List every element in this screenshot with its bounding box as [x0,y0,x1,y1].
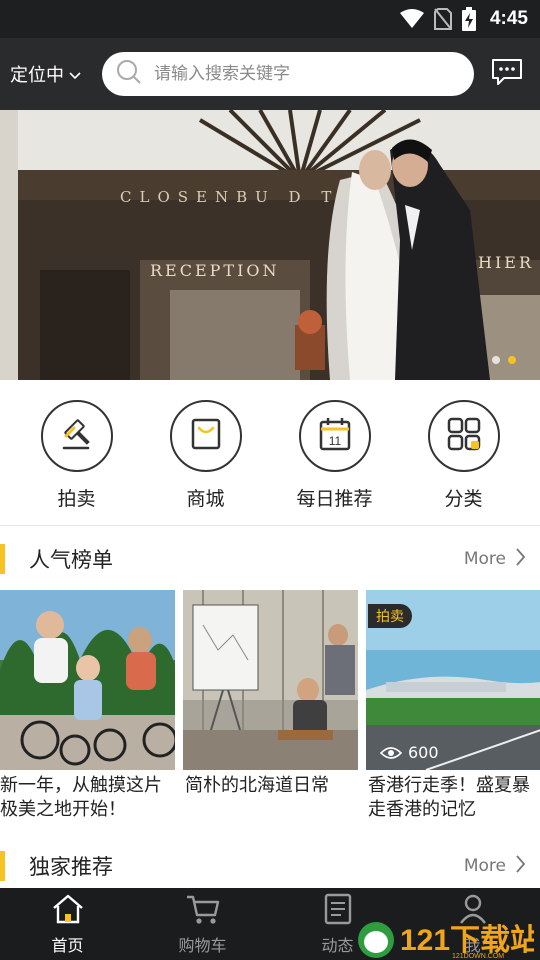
category-label: 商城 [186,488,225,510]
message-button[interactable] [490,57,524,91]
auction-hammer-icon [58,415,96,457]
eye-icon [380,746,402,760]
view-count: 600 [380,743,439,762]
shopping-bag-icon [187,415,225,457]
site-watermark: 121下载站 121DOWN.COM [354,916,540,960]
section-accent-bar [0,851,5,881]
status-bar: 4:45 [0,0,540,38]
chevron-down-icon [69,64,81,85]
section-accent-bar [0,544,5,574]
status-time: 4:45 [489,8,528,29]
popular-card[interactable]: 新一年，从触摸这片极美之地开始！ [0,590,175,830]
category-label: 拍卖 [57,488,96,510]
category-mall[interactable]: 商城 [151,380,261,525]
calendar-day-text: 11 [328,434,341,448]
search-icon [116,59,142,89]
category-label: 分类 [444,488,483,510]
view-count-value: 600 [408,743,439,762]
more-label: More [463,856,506,876]
nav-label: 购物车 [178,935,227,955]
nav-label: 动态 [321,935,354,955]
top-header: 定位中 [0,38,540,110]
section-title: 独家推荐 [29,855,113,879]
category-icon-circle [40,400,113,472]
cart-icon [185,893,221,929]
nav-cart[interactable]: 购物车 [135,888,270,960]
category-icon-circle [427,400,500,472]
section-title: 人气榜单 [29,548,113,572]
battery-charging-icon [461,7,476,31]
category-icon-circle: 11 [298,400,371,472]
exclusive-more-link[interactable]: More [463,854,526,878]
popular-card-image [183,590,358,770]
watermark-sub: 121DOWN.COM [452,953,504,960]
pagination-dot[interactable] [492,356,500,364]
no-sim-icon [433,8,452,30]
chevron-right-icon [516,854,526,878]
search-bar[interactable] [102,52,474,96]
home-icon [51,893,85,929]
category-auction[interactable]: 拍卖 [22,380,132,525]
category-label: 每日推荐 [296,488,373,510]
popular-card-title: 简朴的北海道日常 [185,775,329,796]
exclusive-section-header: 独家推荐 More [0,837,540,895]
location-selector[interactable]: 定位中 [10,61,102,87]
nav-label: 首页 [51,935,84,955]
popular-more-link[interactable]: More [463,547,526,571]
news-icon [323,893,353,929]
sign-reception-text: RECEPTION [150,261,280,280]
banner-photo: CLOSENBU D T RECEPTION HIER [0,110,540,380]
popular-card-image [0,590,175,770]
popular-card-title: 香港行走季！盛夏暴走香港的记忆 [368,775,530,820]
location-label: 定位中 [10,65,64,86]
auction-tag: 拍卖 [368,604,412,628]
popular-list: 新一年，从触摸这片极美之地开始！ 简朴的北海道日常 拍卖 600 香港行走季！盛… [0,590,540,830]
hero-banner[interactable]: CLOSENBU D T RECEPTION HIER [0,110,540,380]
search-input[interactable] [154,64,444,84]
category-menu: 拍卖 商城 11 每日推荐 分类 [0,380,540,526]
popular-section-header: 人气榜单 More [0,526,540,592]
popular-card[interactable]: 拍卖 600 香港行走季！盛夏暴走香港的记忆 [366,590,540,830]
sign-right-text: HIER [478,253,534,272]
popular-card-title: 新一年，从触摸这片极美之地开始！ [0,775,162,820]
category-icon-circle [169,400,242,472]
banner-pagination [492,356,516,364]
nav-home[interactable]: 首页 [0,888,135,960]
category-daily[interactable]: 11 每日推荐 [280,380,390,525]
category-classify[interactable]: 分类 [409,380,519,525]
wifi-icon [399,9,424,29]
calendar-icon: 11 [316,415,354,457]
pagination-dot-active[interactable] [508,356,516,364]
popular-card-image: 拍卖 600 [366,590,540,770]
chevron-right-icon [516,547,526,571]
popular-card[interactable]: 简朴的北海道日常 [183,590,358,830]
sign-top-text: CLOSENBU D T [120,188,339,206]
category-grid-icon [445,415,483,457]
more-label: More [463,549,506,569]
chat-icon [490,57,524,91]
